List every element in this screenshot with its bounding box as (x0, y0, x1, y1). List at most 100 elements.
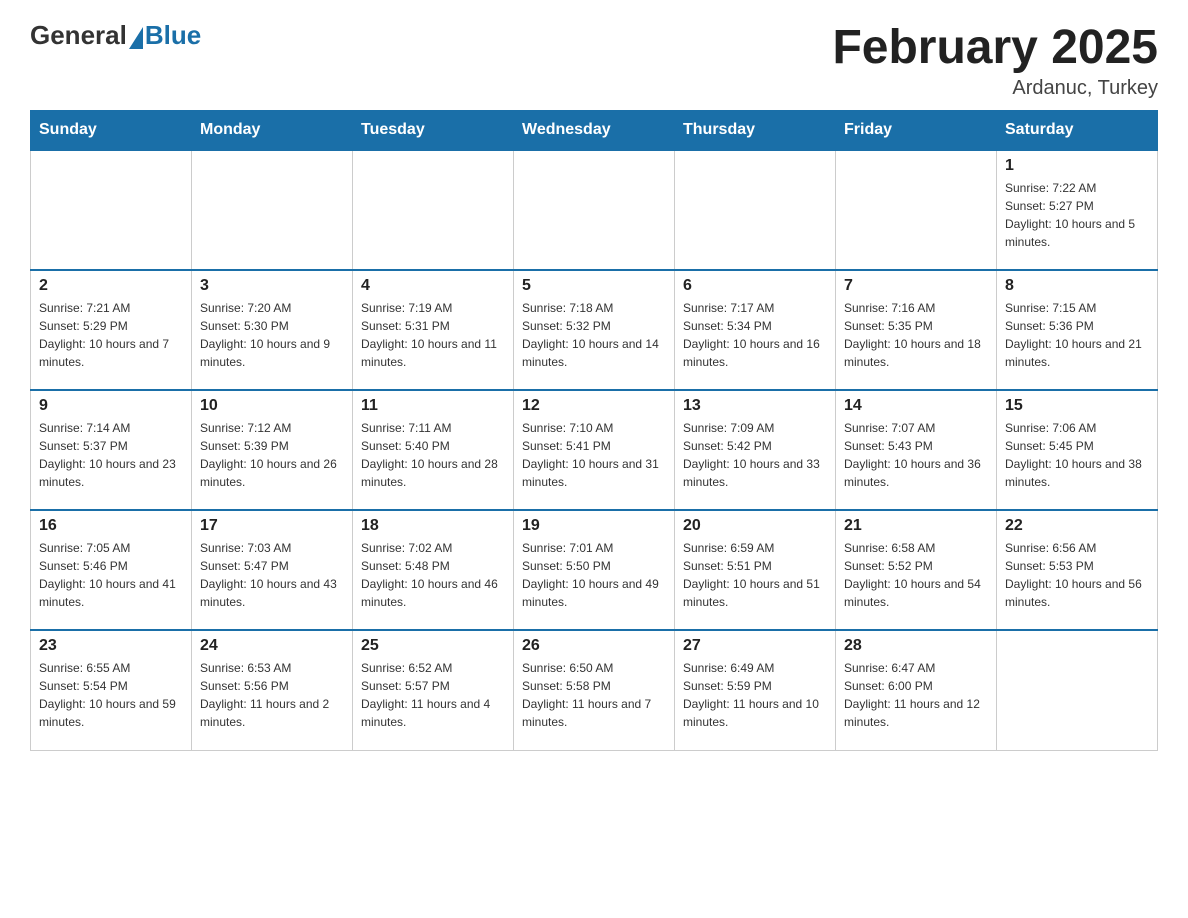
calendar-cell: 11 Sunrise: 7:11 AM Sunset: 5:40 PM Dayli… (353, 390, 514, 510)
day-number: 10 (200, 397, 344, 415)
calendar-cell: 28 Sunrise: 6:47 AM Sunset: 6:00 PM Dayli… (836, 630, 997, 750)
day-info: Sunrise: 6:52 AM Sunset: 5:57 PM Dayligh… (361, 661, 490, 729)
calendar-cell: 2Sunrise: 7:21 AM Sunset: 5:29 PM Daylig… (31, 270, 192, 390)
day-number: 11 (361, 397, 505, 415)
calendar-cell: 26 Sunrise: 6:50 AM Sunset: 5:58 PM Dayli… (514, 630, 675, 750)
day-number: 8 (1005, 277, 1149, 295)
calendar-cell: 20 Sunrise: 6:59 AM Sunset: 5:51 PM Dayli… (675, 510, 836, 630)
calendar-cell: 14Sunrise: 7:07 AM Sunset: 5:43 PM Dayli… (836, 390, 997, 510)
calendar-cell: 17 Sunrise: 7:03 AM Sunset: 5:47 PM Dayli… (192, 510, 353, 630)
calendar-cell: 5 Sunrise: 7:18 AM Sunset: 5:32 PM Daylig… (514, 270, 675, 390)
day-info: Sunrise: 6:47 AM Sunset: 6:00 PM Dayligh… (844, 661, 980, 729)
day-number: 5 (522, 277, 666, 295)
day-number: 16 (39, 517, 183, 535)
day-info: Sunrise: 7:05 AM Sunset: 5:46 PM Dayligh… (39, 541, 176, 609)
day-number: 21 (844, 517, 988, 535)
day-info: Sunrise: 7:06 AM Sunset: 5:45 PM Dayligh… (1005, 421, 1142, 489)
day-info: Sunrise: 7:11 AM Sunset: 5:40 PM Dayligh… (361, 421, 498, 489)
title-section: February 2025 Ardanuc, Turkey (832, 20, 1158, 100)
calendar-cell: 3 Sunrise: 7:20 AM Sunset: 5:30 PM Daylig… (192, 270, 353, 390)
day-number: 24 (200, 637, 344, 655)
week-row-3: 9 Sunrise: 7:14 AM Sunset: 5:37 PM Daylig… (31, 390, 1158, 510)
day-number: 17 (200, 517, 344, 535)
day-number: 2 (39, 277, 183, 295)
week-row-2: 2Sunrise: 7:21 AM Sunset: 5:29 PM Daylig… (31, 270, 1158, 390)
day-number: 22 (1005, 517, 1149, 535)
calendar-table: SundayMondayTuesdayWednesdayThursdayFrid… (30, 110, 1158, 751)
day-info: Sunrise: 7:19 AM Sunset: 5:31 PM Dayligh… (361, 301, 497, 369)
day-info: Sunrise: 7:14 AM Sunset: 5:37 PM Dayligh… (39, 421, 176, 489)
calendar-cell: 12 Sunrise: 7:10 AM Sunset: 5:41 PM Dayli… (514, 390, 675, 510)
logo-general-text: General (30, 20, 127, 51)
week-row-4: 16 Sunrise: 7:05 AM Sunset: 5:46 PM Dayli… (31, 510, 1158, 630)
page-header: General Blue February 2025 Ardanuc, Turk… (30, 20, 1158, 100)
calendar-cell: 4 Sunrise: 7:19 AM Sunset: 5:31 PM Daylig… (353, 270, 514, 390)
calendar-cell (514, 150, 675, 270)
day-number: 13 (683, 397, 827, 415)
calendar-cell: 21 Sunrise: 6:58 AM Sunset: 5:52 PM Dayli… (836, 510, 997, 630)
day-number: 3 (200, 277, 344, 295)
day-info: Sunrise: 7:22 AM Sunset: 5:27 PM Dayligh… (1005, 181, 1135, 249)
calendar-cell: 9 Sunrise: 7:14 AM Sunset: 5:37 PM Daylig… (31, 390, 192, 510)
day-info: Sunrise: 7:02 AM Sunset: 5:48 PM Dayligh… (361, 541, 498, 609)
calendar-cell: 13 Sunrise: 7:09 AM Sunset: 5:42 PM Dayli… (675, 390, 836, 510)
day-info: Sunrise: 6:59 AM Sunset: 5:51 PM Dayligh… (683, 541, 820, 609)
day-info: Sunrise: 7:10 AM Sunset: 5:41 PM Dayligh… (522, 421, 659, 489)
calendar-cell: 8 Sunrise: 7:15 AM Sunset: 5:36 PM Daylig… (997, 270, 1158, 390)
day-number: 23 (39, 637, 183, 655)
week-row-1: 1 Sunrise: 7:22 AM Sunset: 5:27 PM Daylig… (31, 150, 1158, 270)
day-info: Sunrise: 7:01 AM Sunset: 5:50 PM Dayligh… (522, 541, 659, 609)
logo: General Blue (30, 20, 201, 51)
day-info: Sunrise: 7:17 AM Sunset: 5:34 PM Dayligh… (683, 301, 820, 369)
calendar-cell: 24 Sunrise: 6:53 AM Sunset: 5:56 PM Dayli… (192, 630, 353, 750)
day-number: 20 (683, 517, 827, 535)
day-number: 19 (522, 517, 666, 535)
day-number: 28 (844, 637, 988, 655)
day-info: Sunrise: 7:09 AM Sunset: 5:42 PM Dayligh… (683, 421, 820, 489)
weekday-header-tuesday: Tuesday (353, 111, 514, 151)
day-number: 4 (361, 277, 505, 295)
calendar-cell: 22Sunrise: 6:56 AM Sunset: 5:53 PM Dayli… (997, 510, 1158, 630)
calendar-cell (192, 150, 353, 270)
day-number: 26 (522, 637, 666, 655)
weekday-header-wednesday: Wednesday (514, 111, 675, 151)
logo-blue-text: Blue (145, 20, 201, 51)
day-info: Sunrise: 6:50 AM Sunset: 5:58 PM Dayligh… (522, 661, 651, 729)
calendar-cell: 23 Sunrise: 6:55 AM Sunset: 5:54 PM Dayli… (31, 630, 192, 750)
day-info: Sunrise: 6:49 AM Sunset: 5:59 PM Dayligh… (683, 661, 819, 729)
day-info: Sunrise: 7:15 AM Sunset: 5:36 PM Dayligh… (1005, 301, 1142, 369)
day-info: Sunrise: 6:55 AM Sunset: 5:54 PM Dayligh… (39, 661, 176, 729)
location-title: Ardanuc, Turkey (832, 77, 1158, 100)
day-info: Sunrise: 6:58 AM Sunset: 5:52 PM Dayligh… (844, 541, 981, 609)
calendar-cell: 25 Sunrise: 6:52 AM Sunset: 5:57 PM Dayli… (353, 630, 514, 750)
calendar-cell: 7 Sunrise: 7:16 AM Sunset: 5:35 PM Daylig… (836, 270, 997, 390)
day-info: Sunrise: 7:03 AM Sunset: 5:47 PM Dayligh… (200, 541, 337, 609)
day-info: Sunrise: 7:16 AM Sunset: 5:35 PM Dayligh… (844, 301, 981, 369)
calendar-cell: 15 Sunrise: 7:06 AM Sunset: 5:45 PM Dayli… (997, 390, 1158, 510)
weekday-header-row: SundayMondayTuesdayWednesdayThursdayFrid… (31, 111, 1158, 151)
day-number: 12 (522, 397, 666, 415)
calendar-cell: 19 Sunrise: 7:01 AM Sunset: 5:50 PM Dayli… (514, 510, 675, 630)
day-number: 15 (1005, 397, 1149, 415)
calendar-cell (353, 150, 514, 270)
calendar-cell: 10 Sunrise: 7:12 AM Sunset: 5:39 PM Dayli… (192, 390, 353, 510)
calendar-cell: 1 Sunrise: 7:22 AM Sunset: 5:27 PM Daylig… (997, 150, 1158, 270)
day-number: 1 (1005, 157, 1149, 175)
week-row-5: 23 Sunrise: 6:55 AM Sunset: 5:54 PM Dayli… (31, 630, 1158, 750)
calendar-cell (997, 630, 1158, 750)
weekday-header-friday: Friday (836, 111, 997, 151)
day-number: 25 (361, 637, 505, 655)
calendar-cell (675, 150, 836, 270)
day-info: Sunrise: 7:18 AM Sunset: 5:32 PM Dayligh… (522, 301, 659, 369)
day-info: Sunrise: 7:20 AM Sunset: 5:30 PM Dayligh… (200, 301, 330, 369)
day-number: 6 (683, 277, 827, 295)
weekday-header-monday: Monday (192, 111, 353, 151)
calendar-cell: 18Sunrise: 7:02 AM Sunset: 5:48 PM Dayli… (353, 510, 514, 630)
month-title: February 2025 (832, 20, 1158, 75)
day-info: Sunrise: 6:53 AM Sunset: 5:56 PM Dayligh… (200, 661, 329, 729)
day-number: 7 (844, 277, 988, 295)
day-number: 9 (39, 397, 183, 415)
day-number: 27 (683, 637, 827, 655)
day-info: Sunrise: 7:12 AM Sunset: 5:39 PM Dayligh… (200, 421, 337, 489)
calendar-cell: 6 Sunrise: 7:17 AM Sunset: 5:34 PM Daylig… (675, 270, 836, 390)
